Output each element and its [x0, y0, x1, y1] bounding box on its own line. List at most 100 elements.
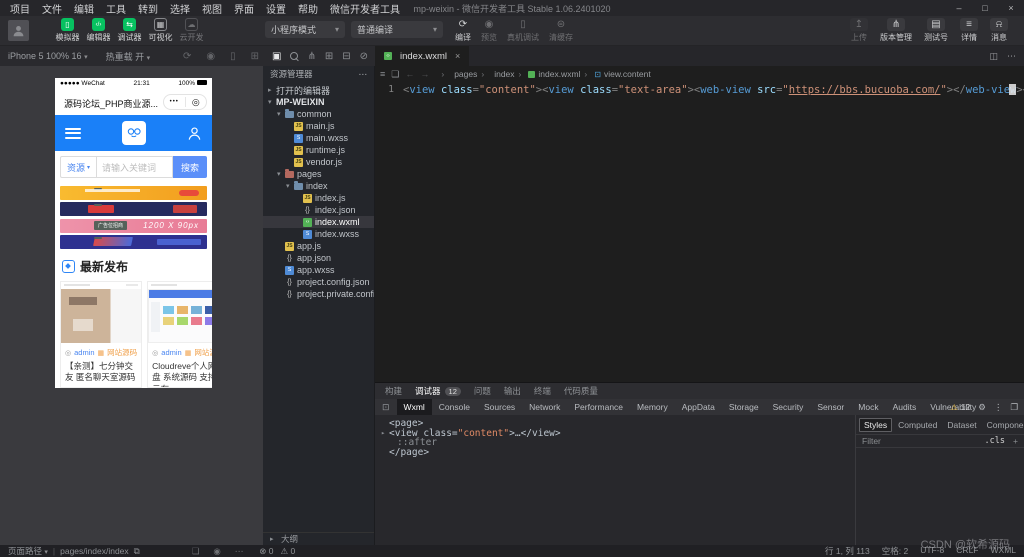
kebab-menu-icon[interactable]: ⋮ — [994, 402, 1003, 413]
minimize-icon[interactable]: – — [946, 0, 972, 16]
filter-input[interactable]: Filter — [862, 436, 881, 446]
post-card[interactable]: ◎ admin ▦ 网站源码 【亲测】七分钟交友 匿名聊天室源码 — [60, 281, 142, 388]
outline-section[interactable]: 大纲 — [263, 532, 374, 545]
back-icon[interactable]: ← — [405, 69, 414, 79]
wxml-node[interactable]: </page> — [389, 448, 429, 457]
warning-counter[interactable]: ⚠12 — [951, 402, 971, 412]
outline-list-icon[interactable]: ≡ — [380, 69, 385, 79]
panel-tab[interactable]: 问题 — [474, 385, 491, 397]
action-button[interactable]: ⋔ 版本管理 — [880, 17, 912, 43]
more-icon[interactable]: ⋯ — [235, 546, 244, 557]
panel-tab[interactable]: 调试器 12 — [415, 385, 461, 397]
search-category-dropdown[interactable]: 资源▾ — [60, 156, 96, 178]
action-button[interactable]: ↥ 上传 — [850, 17, 868, 43]
tree-item[interactable]: index — [263, 180, 374, 192]
menu-item[interactable]: 转到 — [132, 5, 164, 16]
power-icon[interactable]: ⊘ — [360, 51, 368, 62]
capsule-menu[interactable]: ••• ◎ — [163, 94, 207, 110]
extensions-icon[interactable]: ⊞ — [325, 51, 333, 62]
code-editor[interactable]: 1 <view class="content"><view class="tex… — [375, 82, 1024, 382]
statusbar-item[interactable]: 行 1, 列 113 — [825, 545, 870, 557]
cls-toggle[interactable]: .cls — [985, 436, 1005, 446]
compile-mode-select[interactable]: 普通编译 ▾ — [351, 21, 443, 38]
menu-item[interactable]: 设置 — [260, 5, 292, 16]
eye-icon[interactable]: ◉ — [213, 546, 220, 557]
post-card[interactable]: ◎ admin ▦ 网站源码 Cloudreve个人网盘 系统源码 支持云存 — [147, 281, 212, 388]
action-button[interactable]: ▤ 测试号 — [924, 17, 948, 43]
copy-icon[interactable]: ⧉ — [134, 546, 140, 557]
ad-banner[interactable]: 广告位招商 1200 X 90px — [60, 219, 207, 233]
menu-item[interactable]: 编辑 — [68, 5, 100, 16]
action-button[interactable]: ◉ 预览 — [481, 17, 497, 43]
menu-item[interactable]: 工具 — [100, 5, 132, 16]
panel-tab[interactable]: 输出 — [504, 385, 521, 397]
devtools-tab[interactable]: Sensor — [810, 399, 851, 415]
inspect-element-icon[interactable]: ⊡ — [375, 402, 397, 413]
save-all-icon[interactable]: ⊟ — [342, 51, 350, 62]
close-icon[interactable]: × — [998, 0, 1024, 16]
tree-item[interactable]: app.wxss — [263, 264, 374, 276]
problems-counter[interactable]: ⊗ 0 ⚠ 0 — [259, 546, 295, 557]
devtools-tab[interactable]: Memory — [630, 399, 675, 415]
devtools-tab[interactable]: Storage — [722, 399, 766, 415]
search-input[interactable]: 请输入关键词 — [96, 156, 173, 178]
breadcrumb-item[interactable]: index.wxml — [515, 69, 581, 79]
bookmark-icon[interactable]: ❑ — [391, 69, 399, 80]
devtools-tab[interactable]: Sources — [477, 399, 522, 415]
styles-tab[interactable]: Dataset — [943, 419, 980, 431]
tree-item[interactable]: project.private.config.js... — [263, 288, 374, 300]
app-logo[interactable] — [122, 121, 146, 145]
wxml-pseudo[interactable]: ::after — [389, 438, 437, 447]
split-editor-icon[interactable]: ◫ — [989, 51, 998, 62]
menu-item[interactable]: 微信开发者工具 — [324, 5, 406, 16]
tree-item[interactable]: app.json — [263, 252, 374, 264]
card-tag[interactable]: 网站源码 — [194, 347, 212, 358]
avatar[interactable] — [8, 20, 29, 41]
device-select[interactable]: iPhone 5 100% 16 ▾ — [8, 51, 88, 61]
panel-tab[interactable]: 构建 — [385, 385, 402, 397]
more-icon[interactable]: ••• — [164, 99, 185, 105]
search-icon[interactable] — [290, 52, 298, 60]
action-button[interactable]: ⊜ 清缓存 — [549, 17, 573, 43]
devtools-tab[interactable]: AppData — [675, 399, 722, 415]
maximize-icon[interactable]: □ — [972, 0, 998, 16]
toolbar-button[interactable]: 可视化 — [146, 17, 175, 43]
ad-banner[interactable] — [60, 202, 207, 216]
toolbar-button[interactable]: 编辑器 — [84, 17, 113, 43]
tree-item[interactable]: index.js — [263, 192, 374, 204]
tree-item[interactable]: vendor.js — [263, 156, 374, 168]
page-path-dropdown[interactable]: 页面路径 ▾ — [8, 545, 48, 557]
hot-reload-toggle[interactable]: 热重载 开 ▾ — [106, 50, 151, 63]
tree-item[interactable]: index.json — [263, 204, 374, 216]
new-rule-icon[interactable]: + — [1013, 436, 1018, 446]
ad-banner[interactable] — [60, 235, 207, 249]
more-icon[interactable]: ⋯ — [359, 69, 368, 80]
gear-icon[interactable]: ⚙ — [978, 402, 986, 413]
tree-item[interactable]: app.js — [263, 240, 374, 252]
editor-tab[interactable]: index.wxml × — [375, 46, 469, 66]
devtools-tab[interactable]: Audits — [886, 399, 924, 415]
action-button[interactable]: ≡ 详情 — [960, 17, 978, 43]
refresh-icon[interactable]: ⟳ — [183, 51, 191, 62]
devtools-tab[interactable]: Network — [522, 399, 567, 415]
styles-tab[interactable]: Computed — [894, 419, 941, 431]
statusbar-item[interactable]: 空格: 2 — [882, 545, 908, 557]
more-icon[interactable]: ⋯ — [1007, 51, 1016, 62]
menu-item[interactable]: 界面 — [228, 5, 260, 16]
tree-item[interactable]: main.js — [263, 120, 374, 132]
statusbar-item[interactable]: UTF-8 — [920, 545, 944, 557]
card-tag[interactable]: 网站源码 — [107, 347, 137, 358]
devtools-tab[interactable]: Wxml — [397, 399, 432, 415]
tree-item[interactable]: MP-WEIXIN — [263, 96, 374, 108]
card-title[interactable]: 【亲测】七分钟交友 匿名聊天室源码 — [61, 359, 141, 387]
tree-item[interactable]: 打开的编辑器 — [263, 84, 374, 96]
mode-select[interactable]: 小程序模式 ▾ — [265, 21, 345, 38]
external-window-icon[interactable]: ❏ — [192, 546, 200, 557]
tree-item[interactable]: main.wxss — [263, 132, 374, 144]
toolbar-button[interactable]: 云开发 — [177, 17, 206, 43]
action-button[interactable]: ⟳ 编译 — [455, 17, 471, 43]
toolbar-button[interactable]: 模拟器 — [53, 17, 82, 43]
menu-item[interactable]: 文件 — [36, 5, 68, 16]
multi-window-icon[interactable]: ⊞ — [251, 51, 259, 62]
caret-right-icon[interactable]: ▸ — [381, 429, 389, 438]
